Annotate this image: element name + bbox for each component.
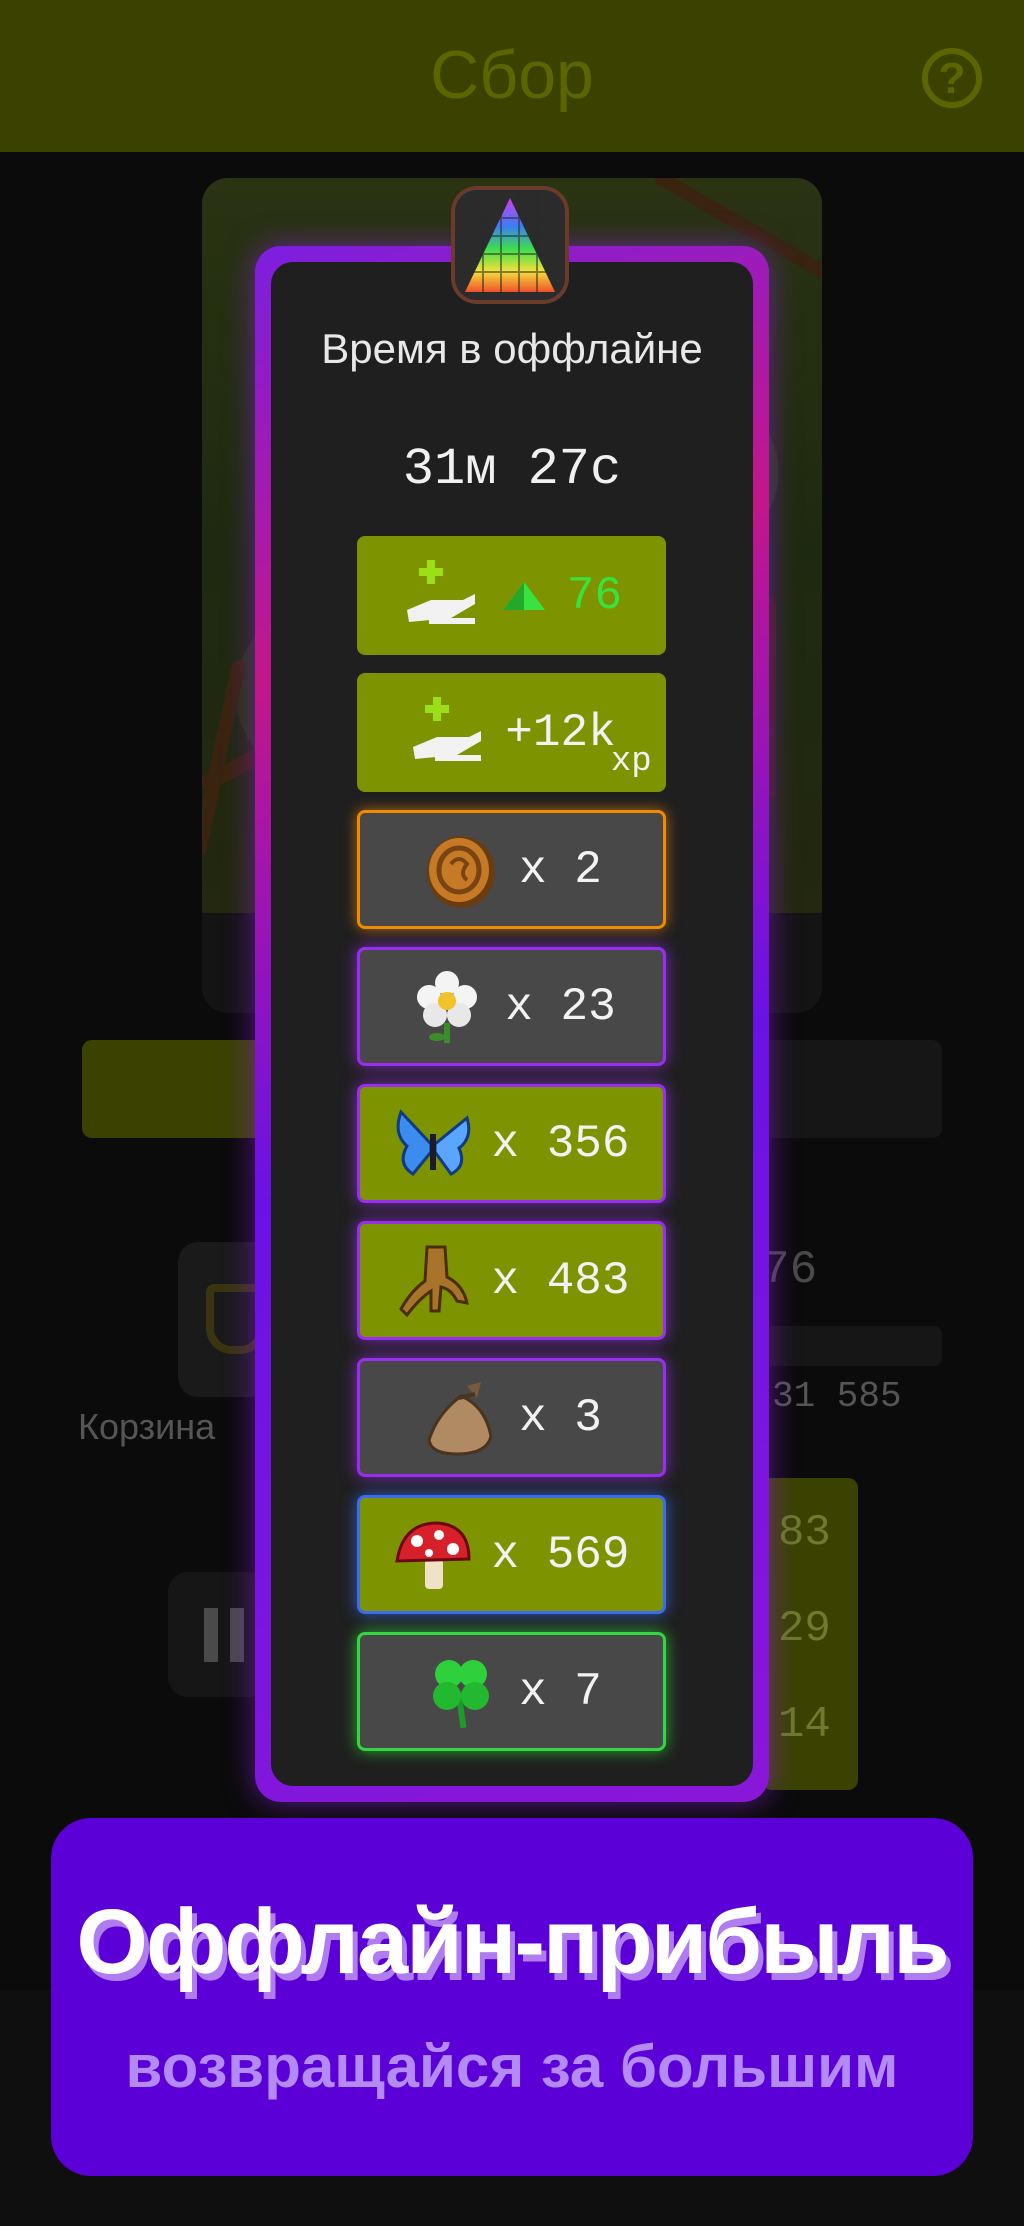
reward-root-row: x 483 — [357, 1221, 666, 1340]
reward-clover-value: x 7 — [519, 1665, 602, 1718]
reward-crystals-value: 76 — [566, 569, 623, 622]
reward-flower-row: x 23 — [357, 947, 666, 1066]
reward-xp-amount: +12k — [505, 706, 616, 759]
promo-title: Оффлайн-прибыль — [76, 1891, 949, 1993]
reward-butterfly-row: x 356 — [357, 1084, 666, 1203]
red-mushroom-icon — [393, 1515, 473, 1595]
gain-hand-icon — [407, 693, 487, 773]
bronze-coin-icon — [421, 830, 501, 910]
stat-value: 29 — [778, 1604, 831, 1654]
offline-time: 31м 27с — [402, 440, 622, 499]
pause-button[interactable] — [168, 1572, 268, 1697]
reward-mushroom-row: x 569 — [357, 1495, 666, 1614]
reward-coin-value: x 2 — [519, 843, 602, 896]
reward-root-value: x 483 — [491, 1254, 630, 1307]
reward-xp-row: +12k xp — [357, 673, 666, 792]
reward-xp-value: +12k xp — [505, 706, 651, 781]
xp-suffix: xp — [610, 742, 652, 781]
promo-banner: Оффлайн-прибыль возвращайся за большим — [51, 1818, 973, 2176]
offline-title: Время в оффлайне — [321, 325, 703, 372]
bg-small-bar — [760, 1326, 942, 1366]
top-bar: Сбор ? — [0, 0, 1024, 152]
reward-coin-row: x 2 — [357, 810, 666, 929]
stat-value: 14 — [778, 1700, 831, 1750]
reward-sack-row: x 3 — [357, 1358, 666, 1477]
reward-mushroom-value: x 569 — [491, 1528, 630, 1581]
reward-crystals-row: 76 — [357, 536, 666, 655]
four-leaf-clover-icon — [421, 1652, 501, 1732]
reward-sack-value: x 3 — [519, 1391, 602, 1444]
gain-hand-icon — [401, 556, 481, 636]
reward-clover-row: x 7 — [357, 1632, 666, 1751]
daisy-flower-icon — [407, 967, 487, 1047]
tree-root-icon — [393, 1241, 473, 1321]
stats-panel: 83 29 14 — [762, 1478, 858, 1790]
bg-total-value: 31 585 — [772, 1376, 902, 1417]
rainbow-pyramid-icon — [455, 190, 565, 300]
reward-flower-value: x 23 — [505, 980, 616, 1033]
pause-icon — [204, 1608, 252, 1662]
basket-label: Корзина — [78, 1406, 216, 1447]
stat-value: 83 — [778, 1508, 831, 1558]
reward-butterfly-value: x 356 — [491, 1117, 630, 1170]
promo-subtitle: возвращайся за большим — [125, 2033, 899, 2100]
page-title: Сбор — [430, 37, 594, 113]
help-icon[interactable]: ? — [922, 48, 982, 108]
bg-value-right: 76 — [762, 1244, 818, 1296]
green-crystal-icon — [499, 556, 549, 636]
blue-butterfly-icon — [393, 1104, 473, 1184]
seed-sack-icon — [421, 1378, 501, 1458]
